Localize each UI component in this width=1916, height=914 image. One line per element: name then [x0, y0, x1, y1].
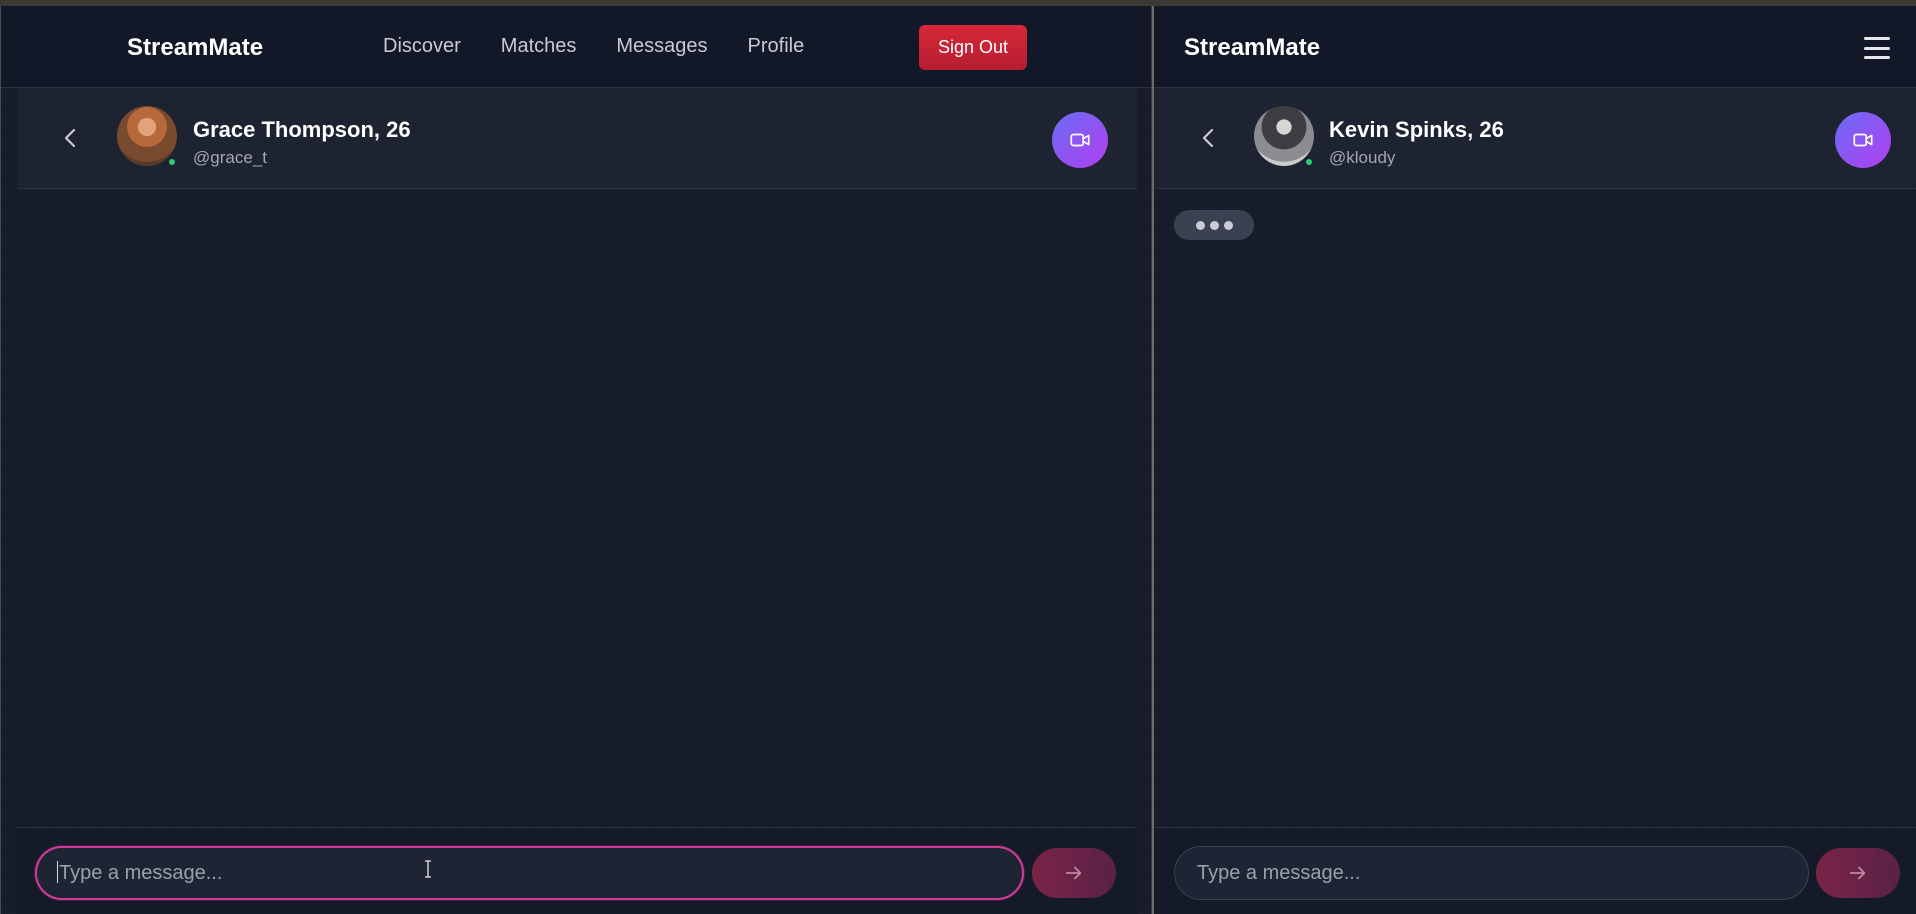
back-chevron-icon[interactable]	[1197, 126, 1221, 150]
video-camera-icon	[1853, 133, 1873, 147]
chat-header: Kevin Spinks, 26 @kloudy	[1154, 88, 1916, 189]
contact-handle: @grace_t	[193, 148, 267, 167]
brand-logo[interactable]: StreamMate	[127, 34, 263, 62]
send-button[interactable]	[1032, 848, 1116, 898]
nav-link-profile[interactable]: Profile	[748, 35, 805, 58]
message-input[interactable]	[1174, 846, 1809, 900]
contact-name: Grace Thompson, 26	[193, 117, 411, 142]
chat-pane-kevin: StreamMate Kevin Spinks, 26 @kloudy	[1152, 6, 1916, 914]
message-composer	[1154, 827, 1916, 914]
nav-links: Discover Matches Messages Profile	[383, 35, 804, 58]
message-input[interactable]	[35, 846, 1024, 900]
video-call-button[interactable]	[1052, 112, 1108, 168]
nav-link-messages[interactable]: Messages	[616, 35, 707, 58]
brand-logo[interactable]: StreamMate	[1184, 34, 1320, 62]
top-navbar: StreamMate Discover Matches Messages Pro…	[1, 6, 1151, 88]
nav-link-matches[interactable]: Matches	[501, 35, 577, 58]
top-navbar: StreamMate	[1154, 6, 1916, 88]
video-call-button[interactable]	[1835, 112, 1891, 168]
text-caret	[57, 861, 58, 883]
message-composer	[17, 827, 1137, 914]
video-camera-icon	[1070, 133, 1090, 147]
nav-link-discover[interactable]: Discover	[383, 35, 461, 58]
back-chevron-icon[interactable]	[59, 126, 83, 150]
typing-indicator	[1174, 210, 1254, 240]
contact-name: Kevin Spinks, 26	[1329, 117, 1504, 142]
online-status-dot	[1304, 157, 1314, 167]
online-status-dot	[167, 157, 177, 167]
arrow-right-icon	[1849, 866, 1866, 880]
sign-out-button[interactable]: Sign Out	[919, 25, 1027, 70]
chat-header: Grace Thompson, 26 @grace_t	[17, 88, 1137, 189]
arrow-right-icon	[1065, 866, 1082, 880]
chat-pane-grace: StreamMate Discover Matches Messages Pro…	[0, 6, 1151, 914]
send-button[interactable]	[1816, 848, 1900, 898]
hamburger-menu-icon[interactable]	[1864, 37, 1890, 59]
contact-handle: @kloudy	[1329, 148, 1396, 167]
